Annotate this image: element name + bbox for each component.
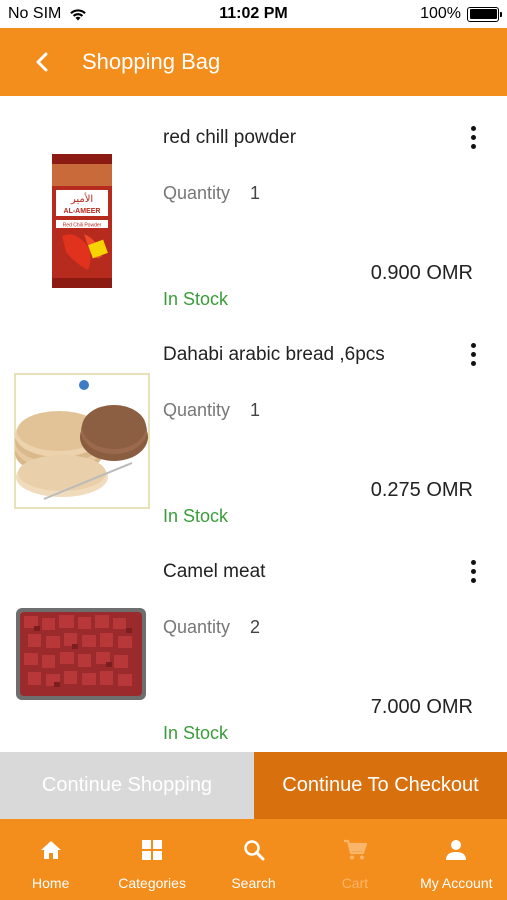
app-header: Shopping Bag	[0, 28, 507, 96]
tab-home-label: Home	[32, 875, 70, 891]
product-label: Red Chili Powder	[63, 223, 102, 229]
cart-item-list[interactable]: الأمير AL-AMEER Red Chili Powder red chi…	[0, 96, 507, 752]
tab-account-label: My Account	[420, 875, 493, 891]
cart-item[interactable]: الأمير AL-AMEER Red Chili Powder red chi…	[0, 96, 507, 313]
tab-search-label: Search	[231, 875, 276, 891]
more-options-button[interactable]	[460, 551, 486, 591]
status-right: 100%	[420, 5, 502, 23]
tab-cart[interactable]: Cart	[304, 819, 405, 900]
tab-account[interactable]: My Account	[406, 819, 507, 900]
item-name[interactable]: Dahabi arabic bread ,6pcs	[163, 344, 385, 366]
home-icon	[38, 837, 64, 863]
battery-percent: 100%	[420, 5, 461, 22]
tab-home[interactable]: Home	[0, 819, 101, 900]
tab-search[interactable]: Search	[203, 819, 304, 900]
item-price: 0.900 OMR	[370, 262, 473, 284]
battery-icon	[467, 6, 502, 22]
item-name[interactable]: red chill powder	[163, 127, 296, 149]
continue-shopping-button[interactable]: Continue Shopping	[0, 752, 254, 819]
brand-label: AL-AMEER	[64, 208, 101, 215]
grid-icon	[139, 837, 165, 863]
more-options-button[interactable]	[460, 334, 486, 374]
more-options-button[interactable]	[460, 117, 486, 157]
quantity-value[interactable]: 1	[250, 400, 260, 421]
cart-actions: Continue Shopping Continue To Checkout	[0, 752, 507, 819]
status-bar: No SIM 11:02 PM 100%	[0, 0, 507, 28]
tab-cart-label: Cart	[341, 875, 369, 891]
stock-status: In Stock	[163, 289, 229, 309]
quantity-value[interactable]: 1	[250, 183, 260, 204]
cart-icon	[342, 837, 368, 863]
tab-categories[interactable]: Categories	[101, 819, 202, 900]
quantity-value[interactable]: 2	[250, 617, 260, 638]
stock-status: In Stock	[163, 723, 229, 743]
quantity-label: Quantity	[163, 183, 231, 203]
tab-bar: Home Categories Search Cart My Account	[0, 819, 507, 900]
checkout-button[interactable]: Continue To Checkout	[254, 752, 507, 819]
item-name[interactable]: Camel meat	[163, 561, 265, 583]
quantity-label: Quantity	[163, 400, 231, 420]
cart-item[interactable]: Camel meat Quantity 2 7.000 OMR In Stock	[0, 530, 507, 747]
stock-status: In Stock	[163, 506, 229, 526]
brand-arabic-label: الأمير	[70, 192, 93, 205]
more-vertical-icon	[470, 559, 476, 565]
item-price: 7.000 OMR	[370, 696, 473, 718]
more-vertical-icon	[470, 125, 476, 131]
item-price: 0.275 OMR	[370, 479, 473, 501]
tab-categories-label: Categories	[118, 875, 186, 891]
chevron-left-icon	[36, 52, 48, 72]
person-icon	[443, 837, 469, 863]
cart-item[interactable]: Dahabi arabic bread ,6pcs Quantity 1 0.2…	[0, 313, 507, 530]
page-title: Shopping Bag	[82, 49, 221, 74]
product-image-arabic-bread[interactable]	[14, 373, 150, 509]
search-icon	[241, 837, 267, 863]
product-image-camel-meat[interactable]	[14, 590, 150, 726]
back-button[interactable]	[26, 46, 58, 78]
product-image-chili-powder[interactable]: الأمير AL-AMEER Red Chili Powder	[14, 152, 150, 288]
quantity-label: Quantity	[163, 617, 231, 637]
more-vertical-icon	[470, 342, 476, 348]
